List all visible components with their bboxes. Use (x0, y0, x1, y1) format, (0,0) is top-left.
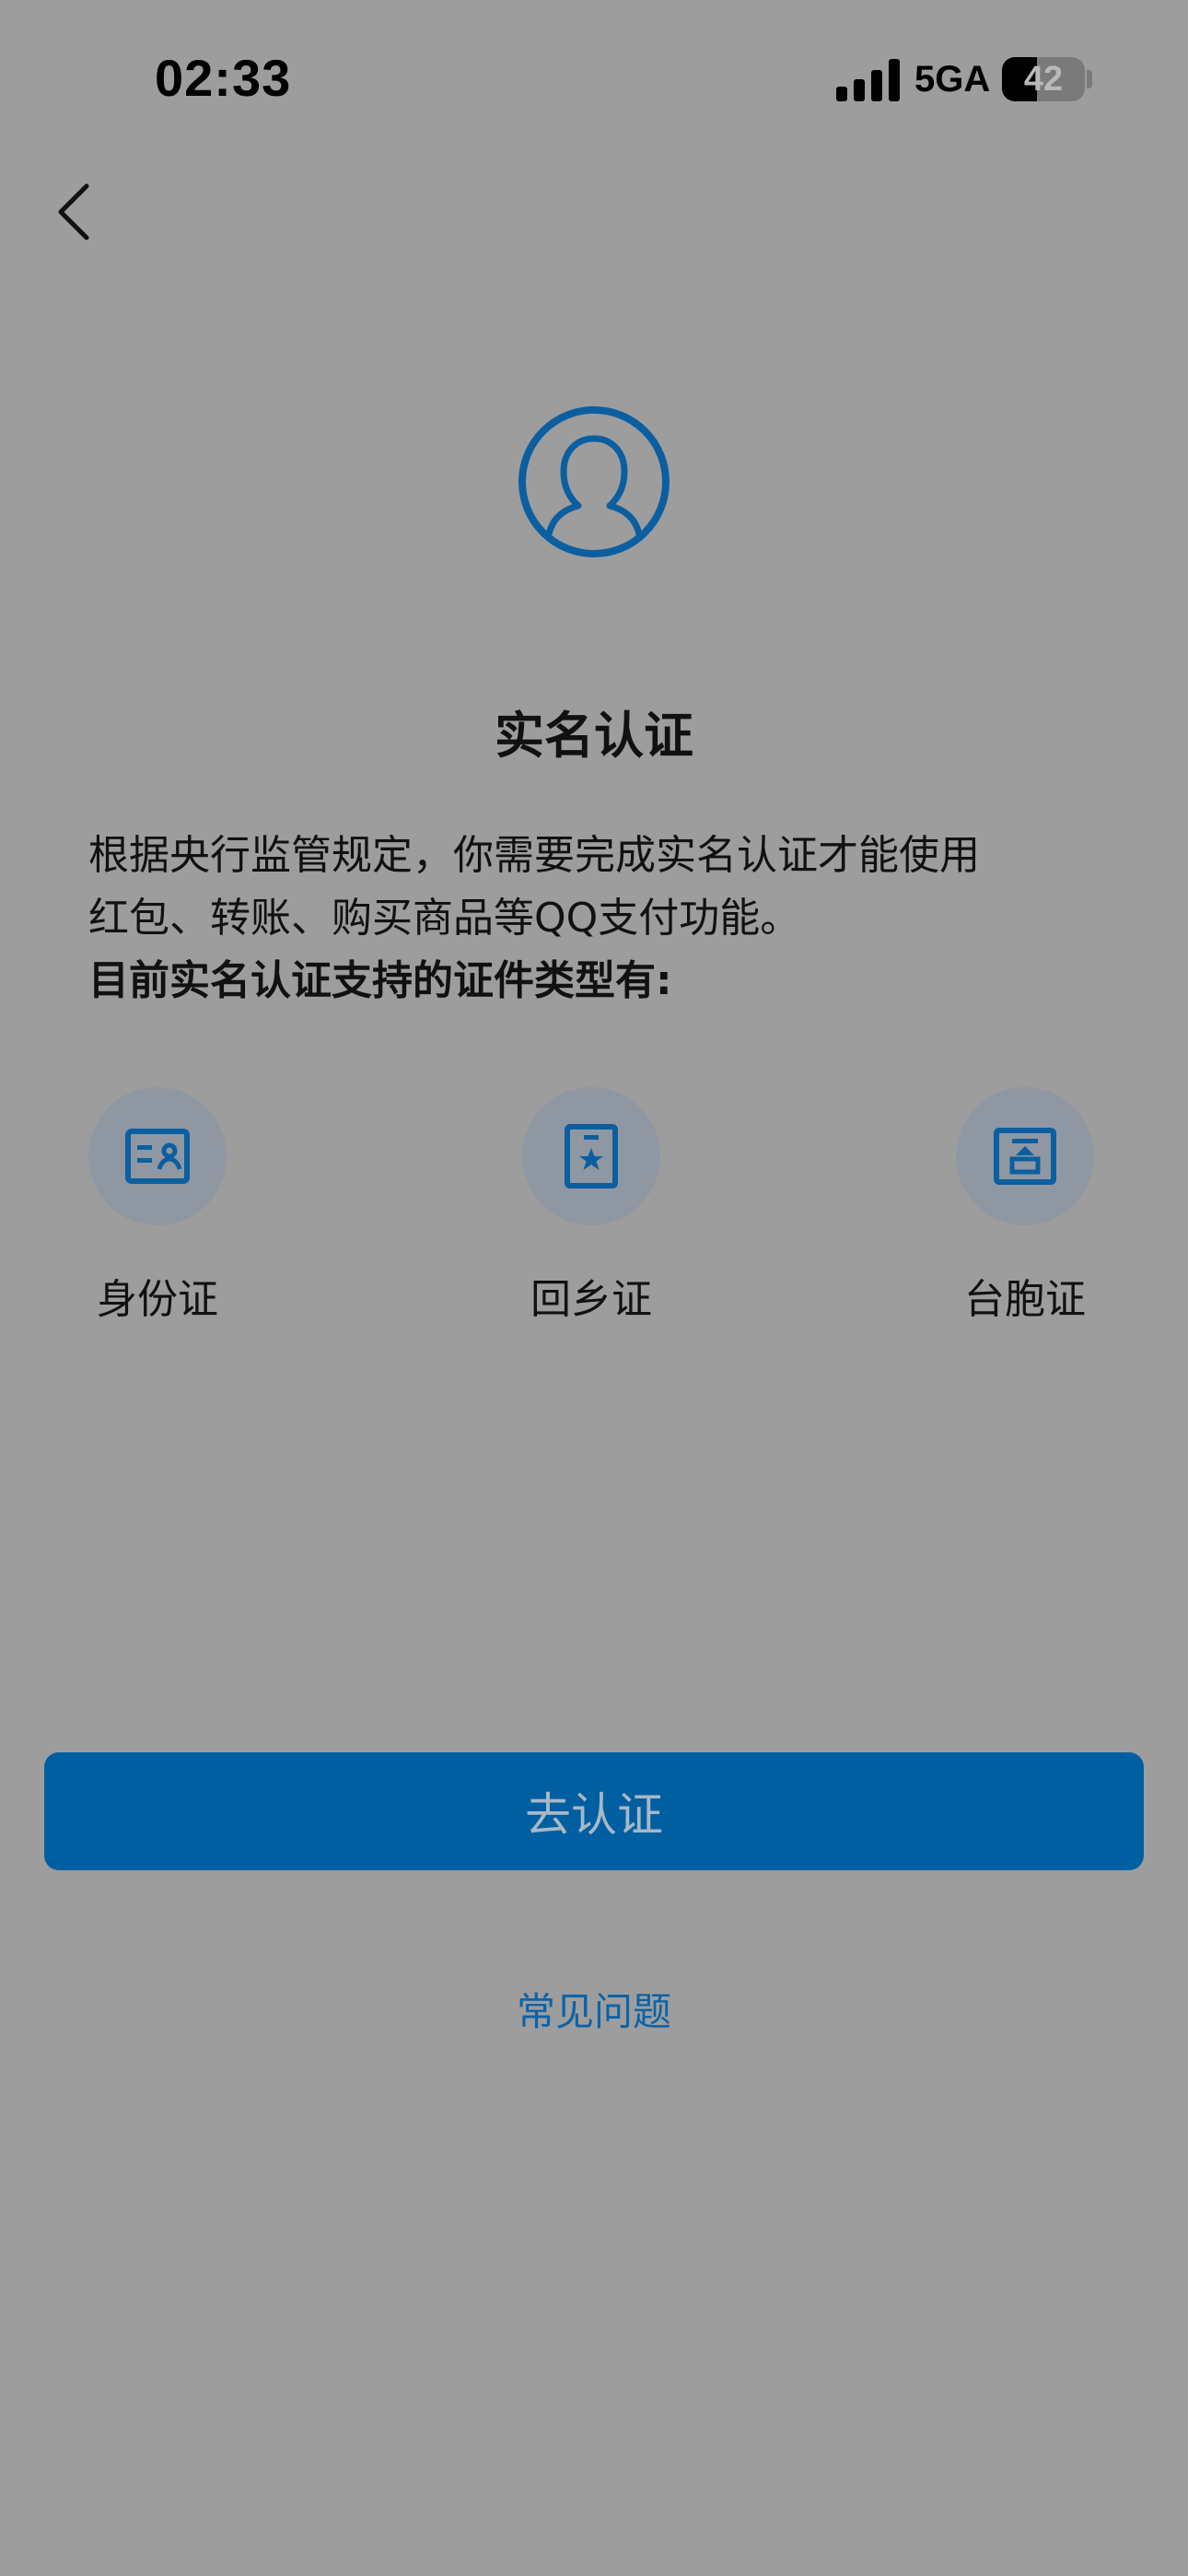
doc-type-label: 回乡证 (530, 1276, 652, 1323)
chevron-left-icon (58, 183, 89, 240)
battery-tip (1087, 70, 1092, 88)
description-line: 根据央行监管规定，你需要完成实名认证才能使用 (88, 832, 980, 879)
supported-types-heading: 目前实名认证支持的证件类型有: (88, 957, 672, 1004)
back-button[interactable] (28, 166, 120, 258)
user-avatar-icon (518, 406, 670, 557)
real-name-verification-page: 02:33 5GA 42 实名认证 根据央行监管规定，你需要完成实名认证才能使用… (0, 0, 1188, 2576)
doc-type-home-return-permit: 回乡证 (485, 1087, 697, 1327)
doc-icon-circle (522, 1087, 660, 1225)
status-bar: 02:33 5GA 42 (0, 0, 1188, 157)
doc-type-id-card: 身份证 (52, 1087, 263, 1327)
doc-type-taiwan-compatriot-permit: 台胞证 (919, 1087, 1131, 1327)
page-title: 实名认证 (495, 707, 693, 765)
doc-type-label: 身份证 (97, 1276, 218, 1323)
home-return-permit-icon (565, 1124, 618, 1188)
battery-icon: 42 (1002, 57, 1085, 101)
doc-icon-circle (956, 1087, 1094, 1225)
battery-percent: 42 (1023, 60, 1064, 99)
doc-type-label: 台胞证 (964, 1276, 1086, 1323)
faq-link[interactable]: 常见问题 (0, 1981, 1188, 2037)
status-time: 02:33 (155, 49, 292, 107)
taiwan-compatriot-permit-icon (994, 1128, 1056, 1185)
signal-icon (836, 59, 900, 101)
doc-icon-circle (88, 1087, 227, 1225)
id-card-icon (125, 1129, 190, 1184)
description-line: 红包、转账、购买商品等QQ支付功能。 (88, 895, 801, 942)
verify-button[interactable]: 去认证 (44, 1752, 1144, 1870)
network-label: 5GA (914, 59, 991, 100)
description: 根据央行监管规定，你需要完成实名认证才能使用 红包、转账、购买商品等QQ支付功能… (88, 825, 1111, 1013)
